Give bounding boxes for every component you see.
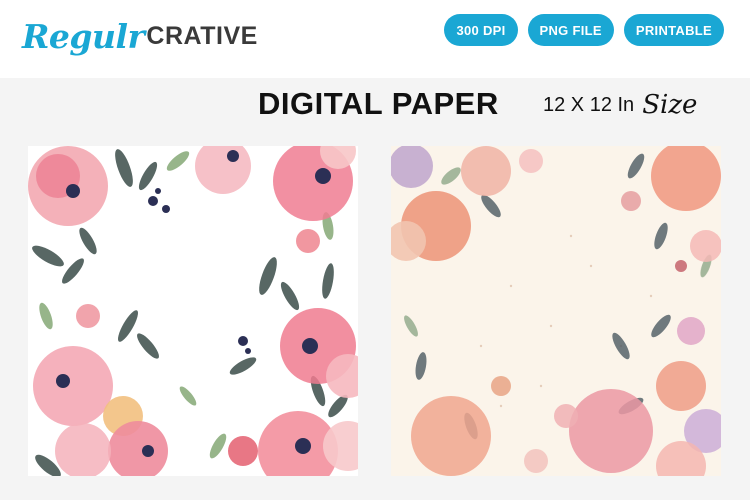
- header-bar: Regulr CRATIVE 300 DPI PNG FILE PRINTABL…: [0, 0, 750, 78]
- paper-preview-left: [28, 146, 358, 476]
- badge-file-type: PNG FILE: [527, 14, 614, 46]
- floral-watercolor-illustration: [28, 146, 358, 476]
- paper-preview-right: [391, 146, 721, 476]
- size-dimensions: 12 X 12 In: [543, 93, 635, 116]
- logo-block-text: CRATIVE: [146, 21, 258, 50]
- feature-badges: 300 DPI PNG FILE PRINTABLE: [444, 14, 724, 46]
- badge-dpi: 300 DPI: [444, 14, 518, 46]
- badge-printable: PRINTABLE: [623, 14, 724, 46]
- brand-logo: Regulr CRATIVE: [22, 8, 258, 64]
- logo-script-text: Regulr: [22, 16, 145, 56]
- page-title: DIGITAL PAPER: [258, 86, 499, 121]
- size-label: 12 X 12 In Size: [543, 90, 697, 120]
- size-script-word: Size: [642, 90, 698, 120]
- floral-vintage-illustration: [391, 146, 721, 476]
